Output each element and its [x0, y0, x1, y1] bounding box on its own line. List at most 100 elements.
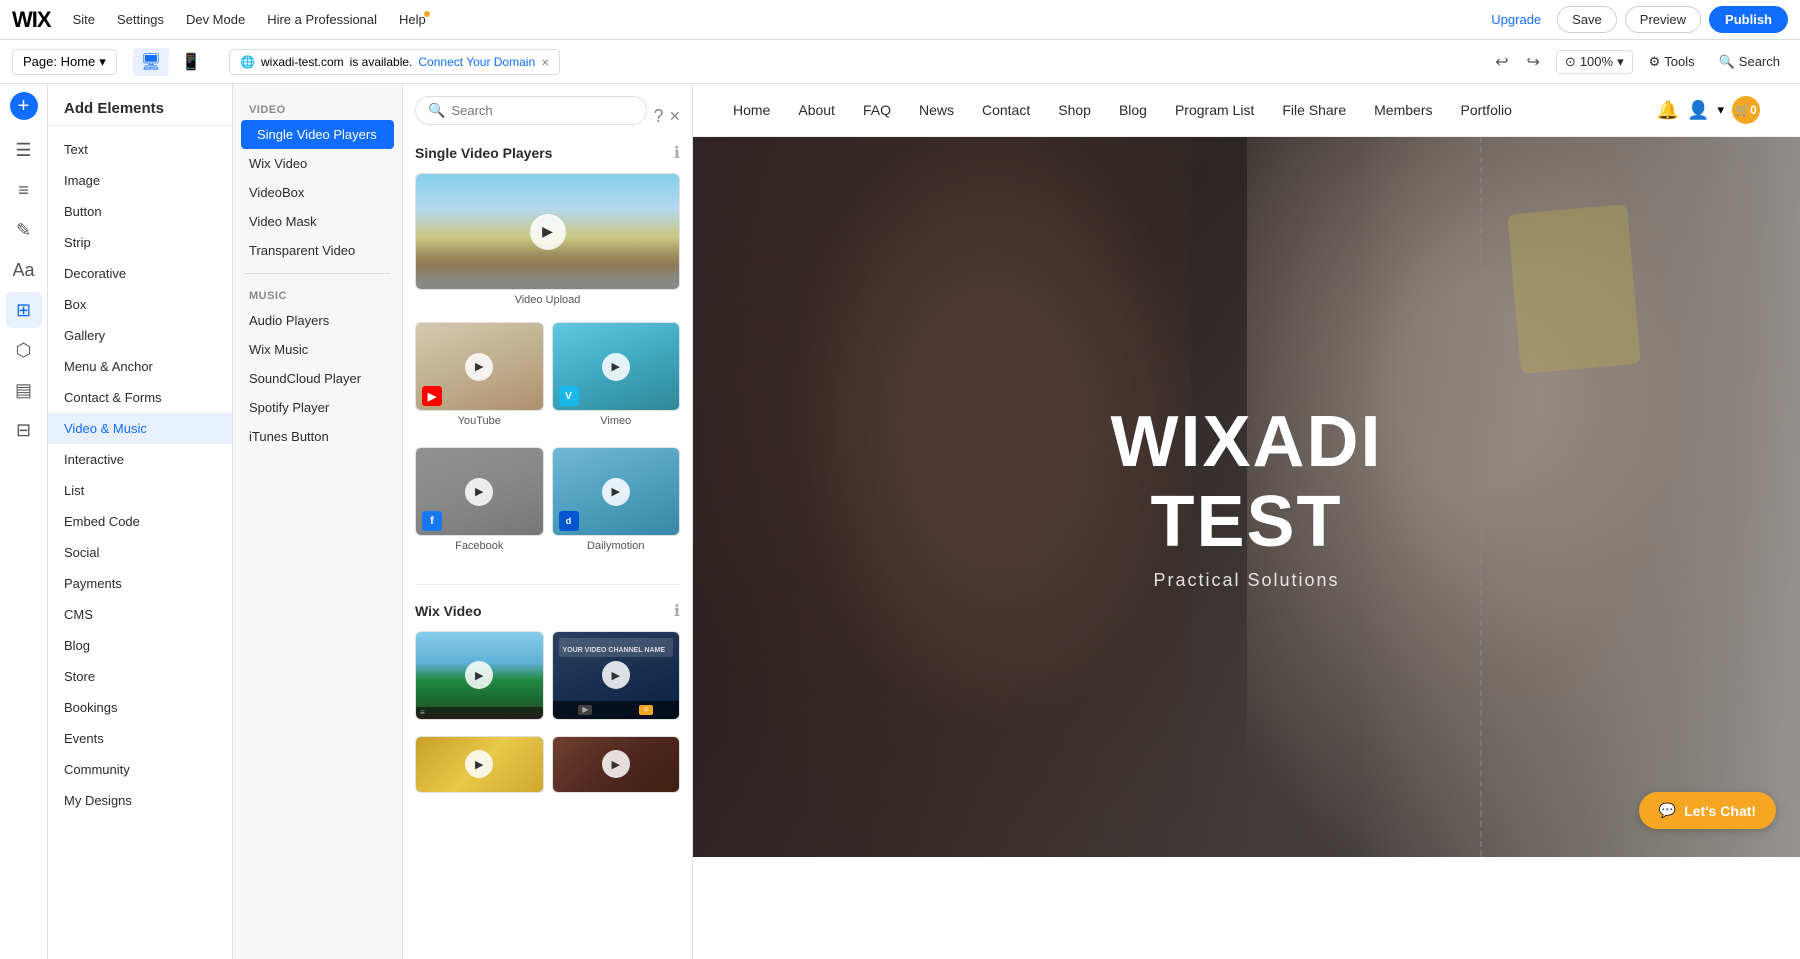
desktop-view-button[interactable]: 🖥 [133, 48, 169, 76]
dailymotion-card-wrapper: ▶ d Dailymotion [552, 447, 681, 556]
panel-item-embed-code[interactable]: Embed Code [48, 506, 232, 537]
media-icon-button[interactable]: ▤ [6, 372, 42, 408]
save-button[interactable]: Save [1557, 6, 1617, 33]
nav-contact[interactable]: Contact [982, 102, 1030, 118]
single-video-info-button[interactable]: ℹ [674, 143, 680, 163]
hero-subtitle: Practical Solutions [1111, 570, 1383, 591]
panel-item-my-designs[interactable]: My Designs [48, 785, 232, 816]
youtube-card[interactable]: ▶ ▶ [415, 322, 544, 411]
video-upload-card[interactable]: ▶ Video Upload [415, 173, 680, 310]
facebook-card-wrapper: ▶ f Facebook [415, 447, 544, 556]
cat-audio-players[interactable]: Audio Players [233, 306, 402, 335]
publish-button[interactable]: Publish [1709, 6, 1788, 33]
dailymotion-card[interactable]: ▶ d [552, 447, 681, 536]
pages-icon-button[interactable]: ☰ [6, 132, 42, 168]
nav-settings[interactable]: Settings [107, 8, 174, 31]
domain-name: wixadi-test.com [261, 55, 344, 69]
nav-devmode[interactable]: Dev Mode [176, 8, 255, 31]
nav-blog[interactable]: Blog [1119, 102, 1147, 118]
nav-program-list[interactable]: Program List [1175, 102, 1254, 118]
youtube-label: YouTube [415, 411, 544, 431]
tools-icon: ⚙ [1649, 54, 1661, 70]
chat-button[interactable]: 💬 Let's Chat! [1639, 792, 1776, 829]
panel-help-button[interactable]: ? [653, 106, 663, 127]
widget-search-input[interactable] [451, 103, 634, 118]
panel-item-community[interactable]: Community [48, 754, 232, 785]
panel-item-bookings[interactable]: Bookings [48, 692, 232, 723]
panel-item-blog[interactable]: Blog [48, 630, 232, 661]
panel-item-text[interactable]: Text [48, 134, 232, 165]
wix-video-2-card[interactable]: ▶ YOUR VIDEO CHANNEL NAME ▶ ⊙ [552, 631, 681, 720]
blog-icon-button[interactable]: ✎ [6, 212, 42, 248]
nav-news[interactable]: News [919, 102, 954, 118]
nav-members[interactable]: Members [1374, 102, 1432, 118]
mobile-view-button[interactable]: 📱 [173, 48, 209, 76]
wix-video-grid-2: ▶ ▶ [415, 736, 680, 793]
user-icon[interactable]: 👤 [1687, 100, 1709, 121]
wix-video-1-card[interactable]: ▶ ≡ [415, 631, 544, 720]
panel-item-decorative[interactable]: Decorative [48, 258, 232, 289]
panel-item-social[interactable]: Social [48, 537, 232, 568]
panel-item-cms[interactable]: CMS [48, 599, 232, 630]
panel-item-events[interactable]: Events [48, 723, 232, 754]
widgets-icon-button[interactable]: ⊞ [6, 292, 42, 328]
wix-video-4-card[interactable]: ▶ [552, 736, 681, 793]
panel-close-button[interactable]: × [669, 106, 680, 127]
cat-soundcloud-player[interactable]: SoundCloud Player [233, 364, 402, 393]
panel-item-button[interactable]: Button [48, 196, 232, 227]
panel-item-image[interactable]: Image [48, 165, 232, 196]
cat-wix-video[interactable]: Wix Video [233, 149, 402, 178]
chat-icon: 💬 [1659, 802, 1676, 819]
facebook-card[interactable]: ▶ f [415, 447, 544, 536]
cart-button[interactable]: 🛒 0 [1732, 96, 1760, 124]
top-nav: Site Settings Dev Mode Hire a Profession… [63, 8, 436, 31]
domain-close-button[interactable]: × [541, 54, 549, 70]
cat-wix-music[interactable]: Wix Music [233, 335, 402, 364]
panel-item-list[interactable]: List [48, 475, 232, 506]
nav-faq[interactable]: FAQ [863, 102, 891, 118]
zoom-control[interactable]: ⊙ 100% ▾ [1556, 50, 1633, 74]
search-button[interactable]: 🔍 Search [1711, 50, 1788, 74]
redo-button[interactable]: ↪ [1519, 48, 1548, 76]
cat-transparent-video[interactable]: Transparent Video [233, 236, 402, 265]
cat-videobox[interactable]: VideoBox [233, 178, 402, 207]
nav-home[interactable]: Home [733, 102, 770, 118]
preview-button[interactable]: Preview [1625, 6, 1701, 33]
layers-icon-button[interactable]: ⊟ [6, 412, 42, 448]
vimeo-card[interactable]: ▶ V [552, 322, 681, 411]
cat-itunes-button[interactable]: iTunes Button [233, 422, 402, 451]
panel-item-store[interactable]: Store [48, 661, 232, 692]
nav-file-share[interactable]: File Share [1282, 102, 1346, 118]
undo-button[interactable]: ↩ [1487, 48, 1516, 76]
play-icon: ▶ [602, 750, 630, 778]
add-elements-icon-button[interactable]: + [10, 92, 38, 120]
panel-item-menu-anchor[interactable]: Menu & Anchor [48, 351, 232, 382]
cat-spotify-player[interactable]: Spotify Player [233, 393, 402, 422]
panel-item-video-music[interactable]: Video & Music [48, 413, 232, 444]
nav-help[interactable]: Help [389, 8, 436, 31]
upgrade-button[interactable]: Upgrade [1483, 8, 1549, 31]
page-selector[interactable]: Page: Home ▾ [12, 49, 117, 75]
panel-item-interactive[interactable]: Interactive [48, 444, 232, 475]
menus-icon-button[interactable]: ≡ [6, 172, 42, 208]
apps-icon-button[interactable]: ⬡ [6, 332, 42, 368]
wix-video-info-button[interactable]: ℹ [674, 601, 680, 621]
wix-video-3-card[interactable]: ▶ [415, 736, 544, 793]
panel-item-strip[interactable]: Strip [48, 227, 232, 258]
panel-item-gallery[interactable]: Gallery [48, 320, 232, 351]
panel-item-contact-forms[interactable]: Contact & Forms [48, 382, 232, 413]
panel-item-payments[interactable]: Payments [48, 568, 232, 599]
cat-single-video-players[interactable]: Single Video Players [241, 120, 394, 149]
nav-site[interactable]: Site [63, 8, 105, 31]
connect-domain-link[interactable]: Connect Your Domain [418, 55, 535, 69]
tools-button[interactable]: ⚙ Tools [1641, 50, 1703, 74]
nav-about[interactable]: About [798, 102, 835, 118]
design-icon-button[interactable]: Aa [6, 252, 42, 288]
cat-video-mask[interactable]: Video Mask [233, 207, 402, 236]
nav-portfolio[interactable]: Portfolio [1461, 102, 1512, 118]
nav-shop[interactable]: Shop [1058, 102, 1091, 118]
panel-item-box[interactable]: Box [48, 289, 232, 320]
nav-hire[interactable]: Hire a Professional [257, 8, 387, 31]
notification-icon[interactable]: 🔔 [1657, 100, 1679, 121]
domain-available-text: is available. [350, 55, 413, 69]
